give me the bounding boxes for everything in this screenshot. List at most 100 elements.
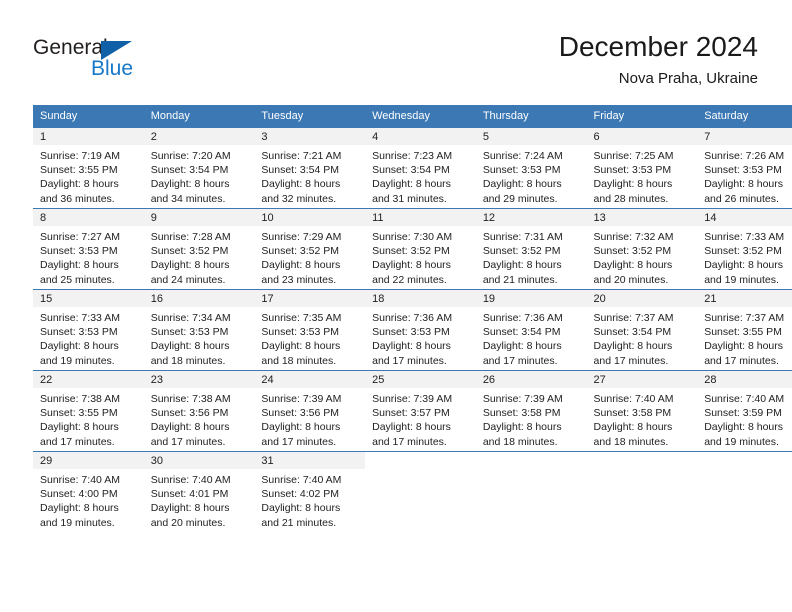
- day-cell-content[interactable]: 29 Sunrise: 7:40 AM Sunset: 4:00 PM Dayligh…: [33, 452, 144, 532]
- daylight-text-line2: and 19 minutes.: [40, 516, 115, 529]
- day-cell-content[interactable]: 4 Sunrise: 7:23 AM Sunset: 3:54 PM Daylight…: [365, 128, 476, 208]
- general-blue-logo[interactable]: General Blue: [33, 36, 173, 82]
- daylight-text-line2: and 17 minutes.: [482, 354, 558, 367]
- day-details: Sunrise: 7:29 AM Sunset: 3:52 PM Daylight:…: [254, 226, 365, 287]
- calendar-week-row: 1 Sunrise: 7:19 AM Sunset: 3:55 PM Daylight…: [33, 127, 792, 209]
- daylight-text-line2: and 17 minutes.: [261, 435, 337, 448]
- day-cell-content[interactable]: 13 Sunrise: 7:32 AM Sunset: 3:52 PM Dayligh…: [586, 209, 698, 289]
- daylight-text-line2: and 18 minutes.: [593, 435, 669, 448]
- day-number: 28: [704, 374, 717, 386]
- day-cell-content[interactable]: 11 Sunrise: 7:30 AM Sunset: 3:52 PM Dayligh…: [365, 209, 476, 289]
- daylight-text-line2: and 31 minutes.: [372, 192, 447, 205]
- daylight-text-line1: Daylight: 8 hours: [704, 421, 784, 434]
- day-cell-content[interactable]: 10 Sunrise: 7:29 AM Sunset: 3:52 PM Dayligh…: [254, 209, 366, 289]
- daylight-text-line2: and 24 minutes.: [150, 273, 226, 286]
- calendar-day-cell: 29 Sunrise: 7:40 AM Sunset: 4:00 PM Dayligh…: [33, 451, 144, 532]
- day-cell-content[interactable]: 25 Sunrise: 7:39 AM Sunset: 3:57 PM Dayligh…: [365, 371, 476, 451]
- day-cell-content[interactable]: 1 Sunrise: 7:19 AM Sunset: 3:55 PM Daylight…: [33, 128, 144, 208]
- day-cell-content[interactable]: 31 Sunrise: 7:40 AM Sunset: 4:02 PM Dayligh…: [254, 452, 366, 532]
- day-cell-content[interactable]: 6 Sunrise: 7:25 AM Sunset: 3:53 PM Daylight…: [586, 128, 698, 208]
- day-cell-content[interactable]: 5 Sunrise: 7:24 AM Sunset: 3:53 PM Daylight…: [475, 128, 587, 208]
- sunrise-text: Sunrise: 7:39 AM: [482, 393, 563, 405]
- day-cell-content[interactable]: 2 Sunrise: 7:20 AM Sunset: 3:54 PM Daylight…: [143, 128, 255, 208]
- sunset-text: Sunset: 3:52 PM: [482, 245, 561, 258]
- day-cell-content[interactable]: 27 Sunrise: 7:40 AM Sunset: 3:58 PM Dayligh…: [586, 371, 698, 451]
- day-number: 9: [150, 212, 157, 224]
- day-cell-content[interactable]: 12 Sunrise: 7:31 AM Sunset: 3:52 PM Dayligh…: [475, 209, 587, 289]
- day-details: Sunrise: 7:38 AM Sunset: 3:55 PM Daylight:…: [33, 388, 144, 449]
- day-number: 6: [593, 131, 600, 143]
- day-cell-content[interactable]: 16 Sunrise: 7:34 AM Sunset: 3:53 PM Dayligh…: [143, 290, 255, 370]
- day-cell-content[interactable]: 19 Sunrise: 7:36 AM Sunset: 3:54 PM Dayligh…: [475, 290, 587, 370]
- sunrise-text: Sunrise: 7:31 AM: [482, 231, 563, 243]
- calendar-day-cell: 4 Sunrise: 7:23 AM Sunset: 3:54 PM Daylight…: [365, 127, 476, 209]
- sunrise-text: Sunrise: 7:38 AM: [40, 393, 120, 405]
- calendar-week-row: 22 Sunrise: 7:38 AM Sunset: 3:55 PM Dayligh…: [33, 370, 792, 452]
- sunrise-text: Sunrise: 7:33 AM: [704, 231, 785, 243]
- daylight-text-line2: and 17 minutes.: [372, 435, 447, 448]
- day-details: Sunrise: 7:20 AM Sunset: 3:54 PM Daylight:…: [144, 145, 255, 206]
- day-cell-content[interactable]: 8 Sunrise: 7:27 AM Sunset: 3:53 PM Daylight…: [33, 209, 144, 289]
- day-cell-content[interactable]: 22 Sunrise: 7:38 AM Sunset: 3:55 PM Dayligh…: [33, 371, 144, 451]
- daylight-text-line2: and 18 minutes.: [261, 354, 337, 367]
- day-cell-content[interactable]: 28 Sunrise: 7:40 AM Sunset: 3:59 PM Dayligh…: [697, 371, 792, 451]
- calendar-cell-empty: [586, 451, 698, 532]
- day-cell-content[interactable]: 15 Sunrise: 7:33 AM Sunset: 3:53 PM Dayligh…: [33, 290, 144, 370]
- daylight-text-line2: and 17 minutes.: [150, 435, 226, 448]
- day-cell-content[interactable]: 14 Sunrise: 7:33 AM Sunset: 3:52 PM Dayligh…: [697, 209, 792, 289]
- day-cell-content[interactable]: 7 Sunrise: 7:26 AM Sunset: 3:53 PM Daylight…: [697, 128, 792, 208]
- day-cell-content[interactable]: 9 Sunrise: 7:28 AM Sunset: 3:52 PM Daylight…: [143, 209, 255, 289]
- empty-cell: [586, 452, 698, 532]
- sunrise-text: Sunrise: 7:35 AM: [261, 312, 342, 324]
- day-number: 25: [372, 374, 385, 386]
- sunrise-text: Sunrise: 7:40 AM: [704, 393, 785, 405]
- sunset-text: Sunset: 3:52 PM: [150, 245, 229, 258]
- sunset-text: Sunset: 3:52 PM: [593, 245, 672, 258]
- day-details: Sunrise: 7:38 AM Sunset: 3:56 PM Daylight:…: [144, 388, 255, 449]
- day-details: Sunrise: 7:39 AM Sunset: 3:57 PM Daylight:…: [365, 388, 476, 449]
- day-number: 11: [372, 212, 384, 224]
- sunset-text: Sunset: 3:57 PM: [372, 407, 450, 420]
- day-details: Sunrise: 7:39 AM Sunset: 3:56 PM Daylight:…: [254, 388, 365, 449]
- calendar-body: 1 Sunrise: 7:19 AM Sunset: 3:55 PM Daylight…: [33, 127, 792, 532]
- day-cell-content[interactable]: 30 Sunrise: 7:40 AM Sunset: 4:01 PM Dayligh…: [143, 452, 255, 532]
- calendar-day-cell: 25 Sunrise: 7:39 AM Sunset: 3:57 PM Dayligh…: [365, 370, 476, 452]
- daylight-text-line1: Daylight: 8 hours: [372, 340, 451, 353]
- daylight-text-line1: Daylight: 8 hours: [482, 259, 562, 272]
- sunset-text: Sunset: 3:53 PM: [150, 326, 229, 339]
- daylight-text-line1: Daylight: 8 hours: [704, 340, 784, 353]
- day-number: 8: [40, 212, 47, 224]
- daylight-text-line1: Daylight: 8 hours: [372, 421, 451, 434]
- day-cell-content[interactable]: 24 Sunrise: 7:39 AM Sunset: 3:56 PM Dayligh…: [254, 371, 366, 451]
- day-number: 15: [40, 293, 53, 305]
- day-cell-content[interactable]: 3 Sunrise: 7:21 AM Sunset: 3:54 PM Daylight…: [254, 128, 366, 208]
- daylight-text-line1: Daylight: 8 hours: [593, 259, 673, 272]
- day-cell-content[interactable]: 18 Sunrise: 7:36 AM Sunset: 3:53 PM Dayligh…: [365, 290, 476, 370]
- daylight-text-line2: and 32 minutes.: [261, 192, 337, 205]
- sunrise-text: Sunrise: 7:23 AM: [372, 150, 453, 162]
- page-subtitle: Nova Praha, Ukraine: [618, 70, 758, 87]
- calendar-day-cell: 2 Sunrise: 7:20 AM Sunset: 3:54 PM Daylight…: [143, 127, 255, 209]
- sunrise-text: Sunrise: 7:21 AM: [261, 150, 342, 162]
- sunset-text: Sunset: 3:53 PM: [372, 326, 450, 339]
- sunset-text: Sunset: 3:54 PM: [372, 164, 450, 177]
- weekday-header-wednesday: Wednesday: [365, 105, 476, 128]
- sunrise-text: Sunrise: 7:27 AM: [40, 231, 120, 243]
- daylight-text-line2: and 28 minutes.: [593, 192, 669, 205]
- calendar-day-cell: 11 Sunrise: 7:30 AM Sunset: 3:52 PM Dayligh…: [365, 208, 476, 290]
- day-cell-content[interactable]: 23 Sunrise: 7:38 AM Sunset: 3:56 PM Dayligh…: [143, 371, 255, 451]
- weekday-header-friday: Friday: [586, 105, 698, 128]
- day-number: 27: [593, 374, 606, 386]
- day-cell-content[interactable]: 26 Sunrise: 7:39 AM Sunset: 3:58 PM Dayligh…: [475, 371, 587, 451]
- day-cell-content[interactable]: 17 Sunrise: 7:35 AM Sunset: 3:53 PM Dayligh…: [254, 290, 366, 370]
- calendar-day-cell: 22 Sunrise: 7:38 AM Sunset: 3:55 PM Dayligh…: [33, 370, 144, 452]
- day-number: 26: [482, 374, 496, 386]
- day-cell-content[interactable]: 21 Sunrise: 7:37 AM Sunset: 3:55 PM Dayligh…: [697, 290, 792, 370]
- sunrise-text: Sunrise: 7:38 AM: [150, 393, 231, 405]
- calendar-header-row: Sunday Monday Tuesday Wednesday Thursday…: [33, 105, 792, 128]
- daylight-text-line2: and 21 minutes.: [261, 516, 337, 529]
- daylight-text-line1: Daylight: 8 hours: [40, 259, 119, 272]
- daylight-text-line1: Daylight: 8 hours: [482, 178, 562, 191]
- day-cell-content[interactable]: 20 Sunrise: 7:37 AM Sunset: 3:54 PM Dayligh…: [586, 290, 698, 370]
- day-number: 31: [261, 455, 274, 467]
